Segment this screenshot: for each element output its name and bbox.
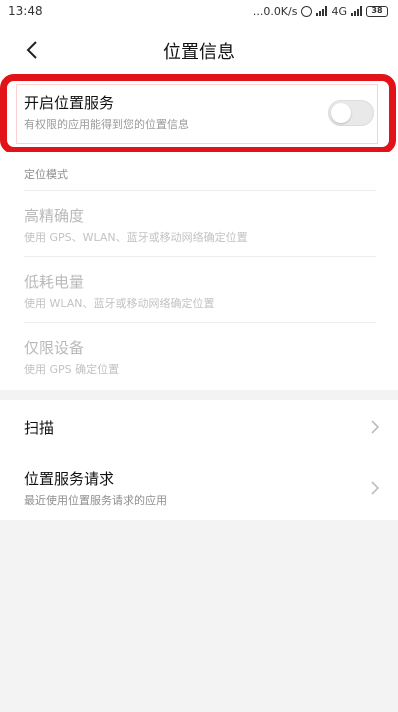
nav-item-location-requests[interactable]: 位置服务请求 最近使用位置服务请求的应用 [24, 458, 382, 516]
chevron-left-icon [26, 41, 37, 59]
nav-item-title: 扫描 [24, 419, 55, 437]
signal-icon [351, 6, 362, 16]
location-service-toggle-row[interactable]: 开启位置服务 有权限的应用能得到您的位置信息 [24, 88, 376, 142]
status-time: 13:48 [8, 4, 43, 18]
nav-item-title: 位置服务请求 [24, 470, 115, 488]
mode-high-accuracy: 高精确度 使用 GPS、WLAN、蓝牙或移动网络确定位置 [24, 190, 376, 256]
mode-battery-saving: 低耗电量 使用 WLAN、蓝牙或移动网络确定位置 [24, 256, 376, 322]
mode-subtitle: 使用 GPS、WLAN、蓝牙或移动网络确定位置 [24, 231, 248, 244]
header: 位置信息 [0, 22, 398, 80]
mode-subtitle: 使用 WLAN、蓝牙或移动网络确定位置 [24, 297, 215, 310]
net-speed: ...0.0K/s [252, 4, 298, 18]
location-service-subtitle: 有权限的应用能得到您的位置信息 [24, 118, 189, 131]
section-label: 定位模式 [24, 168, 68, 181]
location-service-switch[interactable] [328, 100, 374, 126]
alarm-icon [301, 5, 313, 17]
nav-section: 扫描 位置服务请求 最近使用位置服务请求的应用 [0, 400, 398, 520]
location-service-title: 开启位置服务 [24, 94, 115, 112]
switch-knob [331, 103, 351, 123]
status-bar: 13:48 ...0.0K/s 4G 38 [0, 0, 398, 22]
network-type: 4G [331, 4, 347, 18]
location-mode-section: 定位模式 高精确度 使用 GPS、WLAN、蓝牙或移动网络确定位置 低耗电量 使… [0, 152, 398, 390]
page-title: 位置信息 [163, 42, 235, 63]
back-button[interactable] [18, 36, 46, 64]
status-icons: ...0.0K/s 4G 38 [253, 5, 388, 18]
mode-title: 高精确度 [24, 207, 85, 225]
signal-icon [316, 6, 328, 16]
mode-device-only: 仅限设备 使用 GPS 确定位置 [24, 322, 376, 388]
mode-title: 仅限设备 [24, 339, 85, 357]
mode-subtitle: 使用 GPS 确定位置 [24, 363, 120, 376]
chevron-right-icon [371, 481, 380, 495]
mode-title: 低耗电量 [24, 273, 85, 291]
chevron-right-icon [371, 420, 380, 434]
nav-item-subtitle: 最近使用位置服务请求的应用 [24, 494, 167, 507]
battery-icon: 38 [366, 5, 388, 17]
nav-item-scan[interactable]: 扫描 [24, 400, 382, 452]
